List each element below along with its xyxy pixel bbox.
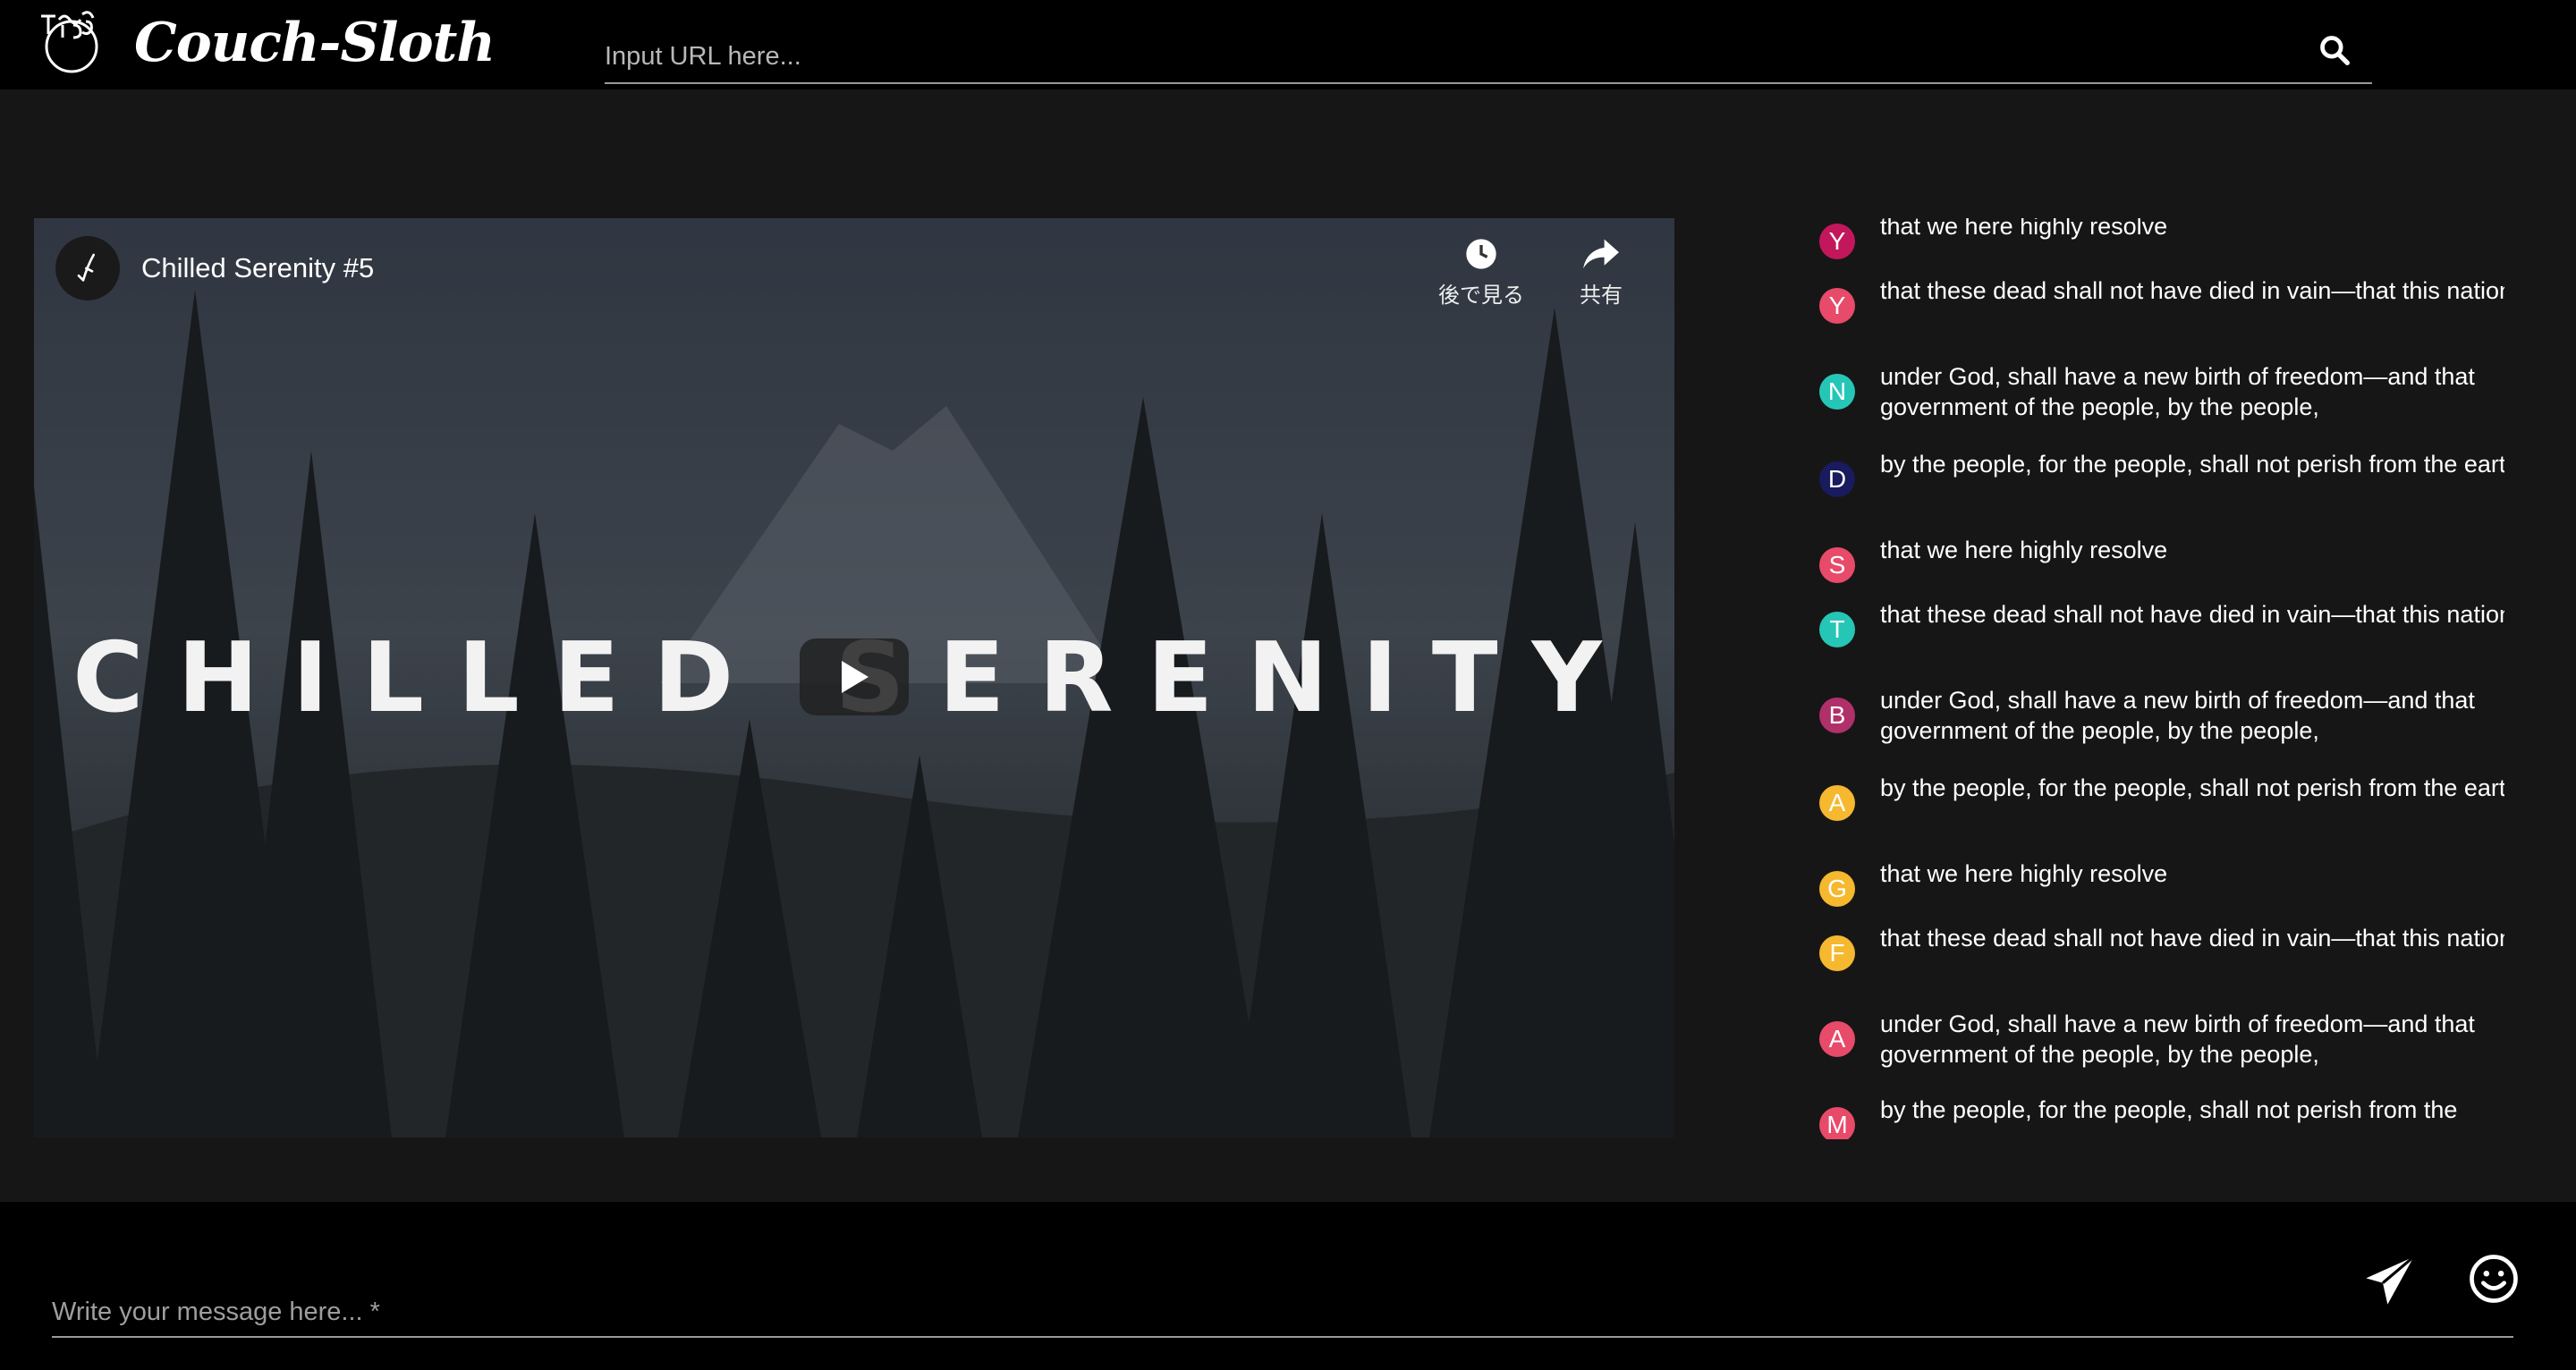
chat-message: Nunder God, shall have a new birth of fr… [1819,361,2504,422]
chat-message-text: that these dead shall not have died in v… [1880,601,2504,628]
url-input[interactable] [605,36,2286,77]
chat-message-text: that we here highly resolve [1880,218,2168,240]
chat-message: Ythat these dead shall not have died in … [1819,275,2504,324]
message-composer [0,1202,2576,1370]
avatar[interactable]: S [1819,547,1855,583]
chat-message: Ythat we here highly resolve [1819,218,2504,259]
play-button[interactable] [800,638,909,715]
chat-message: Fthat these dead shall not have died in … [1819,923,2504,971]
avatar[interactable]: F [1819,935,1855,971]
chat-message: Aby the people, for the people, shall no… [1819,773,2504,821]
video-player[interactable]: Chilled Serenity #5 後で見る 共有 CHILLED SERE… [34,218,1674,1137]
avatar[interactable]: B [1819,698,1855,733]
top-bar: Couch-Sloth [0,0,2576,89]
chat-message: Gthat we here highly resolve [1819,858,2504,907]
chat-message-text: under God, shall have a new birth of fre… [1880,363,2475,420]
play-icon [842,661,869,693]
message-bar [52,1291,2513,1338]
avatar[interactable]: M [1819,1107,1855,1139]
chat-message: Aunder God, shall have a new birth of fr… [1819,1009,2504,1070]
chat-panel[interactable]: Ythat we here highly resolve Ythat these … [1807,218,2504,1139]
channel-avatar[interactable] [55,236,120,300]
feather-icon [77,253,95,282]
chat-message-text: by the people, for the people, shall not… [1880,1096,2458,1123]
chat-message: Sthat we here highly resolve [1819,535,2504,583]
avatar[interactable]: N [1819,374,1855,410]
chat-message: Mby the people, for the people, shall no… [1819,1095,2504,1139]
chat-message-text: that we here highly resolve [1880,537,2168,563]
watch-later-label: 後で見る [1438,283,1524,308]
clock-icon [1466,239,1496,269]
chat-message-text: that these dead shall not have died in v… [1880,925,2504,951]
share-icon [1583,239,1619,269]
share-label: 共有 [1580,283,1623,308]
chat-message-text: by the people, for the people, shall not… [1880,774,2504,801]
avatar[interactable]: D [1819,461,1855,497]
chat-message: Bunder God, shall have a new birth of fr… [1819,685,2504,746]
share-button[interactable]: 共有 [1580,236,1623,309]
emoji-icon[interactable] [2469,1254,2519,1304]
avatar[interactable]: T [1819,612,1855,647]
chat-message-text: under God, shall have a new birth of fre… [1880,687,2475,744]
avatar[interactable]: A [1819,1021,1855,1057]
message-input[interactable] [52,1291,2199,1332]
url-search-bar [605,27,2372,84]
chat-message-text: under God, shall have a new birth of fre… [1880,1011,2475,1068]
avatar[interactable]: G [1819,871,1855,907]
send-icon[interactable] [2361,1252,2419,1309]
chat-message-text: that these dead shall not have died in v… [1880,277,2504,304]
avatar[interactable]: Y [1819,288,1855,324]
watch-later-button[interactable]: 後で見る [1438,236,1524,309]
chat-message: Dby the people, for the people, shall no… [1819,449,2504,497]
avatar[interactable]: A [1819,785,1855,821]
chat-message: Tthat these dead shall not have died in … [1819,599,2504,647]
search-button[interactable] [2311,27,2358,73]
brand-title: Couch-Sloth [134,12,496,74]
avatar[interactable]: Y [1819,224,1855,259]
video-header: Chilled Serenity #5 [55,236,374,300]
chat-message-text: that we here highly resolve [1880,860,2168,887]
sloth-logo-icon[interactable] [36,7,107,79]
video-title[interactable]: Chilled Serenity #5 [141,252,374,284]
search-icon [2320,36,2350,65]
chat-message-text: by the people, for the people, shall not… [1880,451,2504,478]
